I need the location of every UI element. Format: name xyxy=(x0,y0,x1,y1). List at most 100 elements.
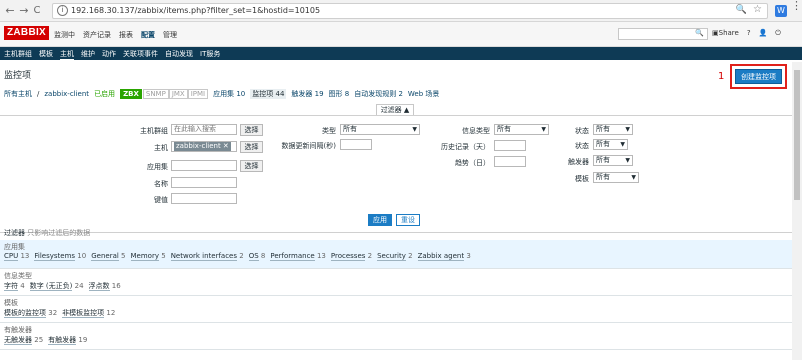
type-select[interactable]: 所有 ▼ xyxy=(340,124,420,135)
forward-arrow-icon[interactable]: → xyxy=(17,4,31,18)
trends-input[interactable] xyxy=(494,156,526,167)
top-menu-inventory[interactable]: 资产记录 xyxy=(83,30,111,40)
sub-menu-it-services[interactable]: IT服务 xyxy=(200,49,220,60)
subfilter-info-type: 信息类型 字符 4 数字 (无正负) 24 浮点数 16 xyxy=(0,269,792,296)
host-group-input[interactable]: 在此输入搜索 xyxy=(171,124,237,135)
host-status: 已启用 xyxy=(94,90,116,98)
sub-menu-maintenance[interactable]: 维护 xyxy=(81,49,95,60)
host-group-select-button[interactable]: 选择 xyxy=(240,124,263,136)
status-label: 状态 xyxy=(575,142,589,150)
filter-panel: 主机群组 在此输入搜索 选择 主机 zabbix-client ✕ 选择 应用集… xyxy=(0,115,792,233)
reload-icon[interactable]: C xyxy=(30,4,44,18)
key-input[interactable] xyxy=(171,193,237,204)
subfilter-value[interactable]: Network interfaces 2 xyxy=(170,252,244,261)
search-icon[interactable]: 🔍 xyxy=(695,29,704,37)
address-bar[interactable]: i 192.168.30.137/zabbix/items.php?filter… xyxy=(52,3,768,19)
subfilter-value[interactable]: Zabbix agent 3 xyxy=(417,252,471,261)
top-menu-administration[interactable]: 管理 xyxy=(163,30,177,40)
top-menu-monitoring[interactable]: 监测中 xyxy=(54,30,75,40)
name-input[interactable] xyxy=(171,177,237,188)
info-type-select[interactable]: 所有 ▼ xyxy=(494,124,549,135)
host-navigation: 所有主机 / zabbix-client 已启用 ZBX SNMP JMX IP… xyxy=(4,89,439,99)
scrollbar[interactable] xyxy=(792,62,802,360)
dropdown-arrow-icon: ▼ xyxy=(631,174,636,181)
all-hosts-link[interactable]: 所有主机 xyxy=(4,89,32,99)
triggers-tab[interactable]: 触发器 19 xyxy=(291,89,323,99)
subfilter-value[interactable]: CPU 13 xyxy=(4,252,29,261)
info-type-value: 所有 xyxy=(497,125,511,133)
jmx-badge: JMX xyxy=(168,89,188,99)
reset-button[interactable]: 重设 xyxy=(396,214,420,226)
application-select-button[interactable]: 选择 xyxy=(240,160,263,172)
top-menu-configuration[interactable]: 配置 xyxy=(141,30,155,40)
web-scenarios-tab[interactable]: Web 场景 xyxy=(408,89,440,99)
subfilter-value[interactable]: Processes 2 xyxy=(330,252,372,261)
items-tab[interactable]: 监控项 44 xyxy=(250,89,287,99)
host-multiselect[interactable]: zabbix-client ✕ xyxy=(171,141,237,152)
subfilter-value[interactable]: 字符 4 xyxy=(4,281,25,291)
sub-menu-discovery[interactable]: 自动发现 xyxy=(165,49,193,60)
sub-menu-templates[interactable]: 模板 xyxy=(39,49,53,60)
state-select[interactable]: 所有 ▼ xyxy=(593,124,633,135)
template-value: 所有 xyxy=(596,173,610,181)
subfilter-value[interactable]: General 5 xyxy=(91,252,126,261)
subfilter-value[interactable]: Memory 5 xyxy=(130,252,166,261)
subfilter-value[interactable]: Filesystems 10 xyxy=(34,252,86,261)
browser-menu-icon[interactable]: ⋮ xyxy=(791,0,802,11)
status-select[interactable]: 所有 ▼ xyxy=(593,139,628,150)
subfilter-applications: 应用集 CPU 13 Filesystems 10 General 5 Memo… xyxy=(0,240,792,269)
subfilter-value[interactable]: Security 2 xyxy=(377,252,413,261)
key-label: 键值 xyxy=(154,196,168,204)
applications-tab[interactable]: 应用集 10 xyxy=(213,89,245,99)
ipmi-badge: IPMI xyxy=(187,89,209,99)
graphs-tab[interactable]: 图形 8 xyxy=(329,89,350,99)
scrollbar-thumb[interactable] xyxy=(794,70,800,200)
sub-menu-host-groups[interactable]: 主机群组 xyxy=(4,49,32,60)
host-select-button[interactable]: 选择 xyxy=(240,141,263,153)
history-input[interactable] xyxy=(494,140,526,151)
global-search-input[interactable]: 🔍 xyxy=(618,28,708,40)
type-label: 类型 xyxy=(322,127,336,135)
sub-menu-correlation[interactable]: 关联项事件 xyxy=(123,49,158,60)
power-icon[interactable]: ⏻ xyxy=(775,29,781,38)
interval-label: 数据更新间隔(秒) xyxy=(281,142,336,150)
zoom-icon[interactable]: 🔍 xyxy=(736,5,747,15)
user-icon[interactable]: 👤 xyxy=(759,29,768,38)
bookmark-star-icon[interactable]: ☆ xyxy=(753,4,762,15)
create-item-button[interactable]: 创建监控项 xyxy=(735,69,782,84)
interval-input[interactable] xyxy=(340,139,372,150)
subfilter-value[interactable]: OS 8 xyxy=(248,252,265,261)
share-link[interactable]: ▣Share xyxy=(712,29,739,38)
subfilter-value[interactable]: 有触发器 19 xyxy=(48,335,87,345)
annotation-marker: 1 xyxy=(718,71,725,82)
trends-label: 趋势（日） xyxy=(455,159,490,167)
back-arrow-icon[interactable]: ← xyxy=(3,4,17,18)
template-select[interactable]: 所有 ▼ xyxy=(593,172,639,183)
apply-button[interactable]: 应用 xyxy=(368,214,392,226)
zabbix-logo[interactable]: ZABBIX xyxy=(4,26,50,40)
subfilter-value[interactable]: 非模板监控项 12 xyxy=(62,308,115,318)
top-menu-reports[interactable]: 报表 xyxy=(119,30,133,40)
info-icon[interactable]: i xyxy=(57,5,68,16)
subfilter-value[interactable]: 数字 (无正负) 24 xyxy=(29,281,84,291)
subfilter-value[interactable]: Performance 13 xyxy=(270,252,326,261)
status-value: 所有 xyxy=(596,140,610,148)
subfilter-value[interactable]: 模板的监控项 32 xyxy=(4,308,57,318)
sub-menu-hosts[interactable]: 主机 xyxy=(60,49,74,60)
share-label: Share xyxy=(718,29,739,37)
host-chip[interactable]: zabbix-client ✕ xyxy=(174,142,231,151)
subfilter-value[interactable]: 浮点数 16 xyxy=(88,281,121,291)
sub-menu-actions[interactable]: 动作 xyxy=(102,49,116,60)
help-icon[interactable]: ? xyxy=(747,29,751,38)
extension-icon[interactable]: W xyxy=(775,5,787,17)
subfilter-group-title: 有触发器 xyxy=(4,326,32,334)
discovery-rules-tab[interactable]: 自动发现规则 2 xyxy=(354,89,403,99)
url-text[interactable]: 192.168.30.137/zabbix/items.php?filter_s… xyxy=(71,6,320,15)
subfilter-value[interactable]: 无触发器 25 xyxy=(4,335,43,345)
top-menu: 监测中 资产记录 报表 配置 管理 xyxy=(54,30,177,40)
subfilter-triggers: 有触发器 无触发器 25 有触发器 19 xyxy=(0,323,792,350)
host-link[interactable]: zabbix-client xyxy=(44,90,89,98)
subfilter-group-title: 应用集 xyxy=(4,243,25,251)
application-input[interactable] xyxy=(171,160,237,171)
triggers-select[interactable]: 所有 ▼ xyxy=(593,155,633,166)
